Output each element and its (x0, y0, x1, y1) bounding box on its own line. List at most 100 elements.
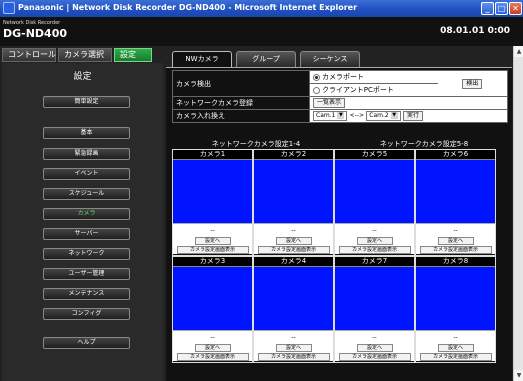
window-title: Panasonic | Network Disk Recorder DG-ND4… (18, 3, 358, 12)
camera-name-value: -- (173, 330, 252, 343)
camera-row: カメラ1 -- 設定へ カメラ設定画面表示 カメラ2 -- 設定へ カメラ設定画面表示 カメラ5… (172, 149, 508, 256)
detect-button-cell: 検出 (437, 70, 508, 97)
window-title-bar: Panasonic | Network Disk Recorder DG-ND4… (0, 0, 523, 17)
camera-cell: カメラ2 -- 設定へ カメラ設定画面表示 (253, 149, 334, 256)
go-to-settings-button[interactable]: 設定へ (437, 237, 474, 245)
camera-cell: カメラ4 -- 設定へ カメラ設定画面表示 (253, 256, 334, 363)
camera-label: カメラ6 (416, 150, 495, 159)
show-camera-settings-button[interactable]: カメラ設定画面表示 (257, 353, 330, 361)
maximize-button[interactable]: □ (495, 2, 508, 15)
show-camera-settings-button[interactable]: カメラ設定画面表示 (419, 246, 492, 254)
mode-button-bar: コントロール カメラ選択 設定 (2, 48, 152, 62)
sidebar-item-maintenance[interactable]: メンテナンス (43, 288, 130, 300)
camera-preview-panel (254, 266, 333, 330)
settings-sidebar: 設定 簡単設定 基本 緊急録画 イベント スケジュール カメラ サーバー ネット… (2, 63, 163, 381)
client-pc-port-option[interactable]: クライアントPCポート (309, 83, 438, 97)
camera-select-button[interactable]: カメラ選択 (58, 48, 112, 62)
go-to-settings-button[interactable]: 設定へ (356, 344, 393, 352)
show-camera-settings-button[interactable]: カメラ設定画面表示 (419, 353, 492, 361)
go-to-settings-button[interactable]: 設定へ (356, 237, 393, 245)
tab-group[interactable]: グループ (236, 51, 296, 67)
camera-port-label: カメラポート (322, 73, 364, 81)
vertical-scrollbar[interactable]: ▲ ▼ (513, 46, 523, 381)
camera-detect-label: カメラ検出 (172, 70, 310, 97)
go-to-settings-button[interactable]: 設定へ (275, 237, 312, 245)
network-camera-register-label: ネットワークカメラ登録 (172, 96, 310, 110)
client-pc-port-label: クライアントPCポート (322, 86, 394, 94)
camera-label: カメラ5 (335, 150, 414, 159)
camera-preview-panel (173, 266, 252, 330)
show-camera-settings-button[interactable]: カメラ設定画面表示 (338, 246, 411, 254)
camera-name-value: -- (416, 330, 495, 343)
sidebar-item-schedule[interactable]: スケジュール (43, 188, 130, 200)
camera-port-option[interactable]: カメラポート (309, 70, 438, 84)
camera-cell: カメラ3 -- 設定へ カメラ設定画面表示 (172, 256, 253, 363)
detect-button[interactable]: 検出 (462, 78, 483, 89)
sidebar-item-help[interactable]: ヘルプ (43, 337, 130, 349)
camera-cell-buttons: 設定へ カメラ設定画面表示 (173, 236, 252, 254)
nw-camera-pane: カメラ検出 カメラポート 検出 クライアントPCポート ネットワークカメラ登録 (166, 67, 512, 381)
camera-cell-buttons: 設定へ カメラ設定画面表示 (335, 236, 414, 254)
camera-name-value: -- (416, 223, 495, 236)
show-camera-settings-button[interactable]: カメラ設定画面表示 (257, 246, 330, 254)
sidebar-item-easy-setup[interactable]: 簡単設定 (43, 96, 130, 108)
sidebar-title: 設定 (73, 72, 92, 82)
grid-header-5-8: ネットワークカメラ設定5-8 (340, 139, 508, 149)
grid-header-1-4: ネットワークカメラ設定1-4 (172, 139, 340, 149)
swap-arrow-label: <--> (349, 112, 365, 119)
camera-name-value: -- (335, 330, 414, 343)
camera-label: カメラ8 (416, 257, 495, 266)
go-to-settings-button[interactable]: 設定へ (194, 237, 231, 245)
camera-preview-panel (416, 159, 495, 223)
minimize-button[interactable]: _ (481, 2, 494, 15)
camera-settings-grid: ネットワークカメラ設定1-4 ネットワークカメラ設定5-8 カメラ1 -- 設定へカ… (172, 139, 508, 363)
go-to-settings-button[interactable]: 設定へ (437, 344, 474, 352)
camera-cell-buttons: 設定へ カメラ設定画面表示 (254, 343, 333, 361)
camera-swap-label: カメラ入れ換え (172, 109, 310, 123)
go-to-settings-button[interactable]: 設定へ (275, 344, 312, 352)
show-camera-settings-button[interactable]: カメラ設定画面表示 (338, 353, 411, 361)
tab-nw-camera[interactable]: NWカメラ (172, 51, 232, 67)
camera-label: カメラ1 (173, 150, 252, 159)
show-camera-settings-button[interactable]: カメラ設定画面表示 (176, 353, 249, 361)
sidebar-item-camera[interactable]: カメラ (43, 208, 130, 220)
browser-window: Panasonic | Network Disk Recorder DG-ND4… (0, 0, 523, 381)
close-button[interactable]: ✕ (509, 2, 522, 15)
camera-cell: カメラ5 -- 設定へ カメラ設定画面表示 (334, 149, 415, 256)
sidebar-item-server[interactable]: サーバー (43, 228, 130, 240)
camera-cell-buttons: 設定へ カメラ設定画面表示 (173, 343, 252, 361)
camera-preview-panel (335, 266, 414, 330)
sidebar-item-config[interactable]: コンフィグ (43, 308, 130, 320)
sidebar-item-network[interactable]: ネットワーク (43, 248, 130, 260)
camera-name-value: -- (254, 223, 333, 236)
camera-cell: カメラ8 -- 設定へ カメラ設定画面表示 (415, 256, 496, 363)
sidebar-item-emergency-recording[interactable]: 緊急録画 (43, 148, 130, 160)
camera-row: カメラ3 -- 設定へ カメラ設定画面表示 カメラ4 -- 設定へ カメラ設定画面表示 カメラ7… (172, 256, 508, 363)
sidebar-item-user-management[interactable]: ユーザー管理 (43, 268, 130, 280)
radio-checked-icon[interactable] (313, 73, 320, 81)
camera-preview-panel (416, 266, 495, 330)
camera-form: カメラ検出 カメラポート 検出 クライアントPCポート ネットワークカメラ登録 (172, 70, 508, 123)
execute-button[interactable]: 実行 (402, 111, 423, 121)
radio-unchecked-icon[interactable] (313, 86, 320, 94)
sidebar-item-event[interactable]: イベント (43, 168, 130, 180)
settings-content: NWカメラ グループ シーケンス カメラ検出 カメラポート 検出 クライアントP… (166, 46, 512, 381)
list-display-button[interactable]: 一覧表示 (313, 98, 346, 108)
go-to-settings-button[interactable]: 設定へ (194, 344, 231, 352)
product-subtitle: Network Disk Recorder (3, 20, 61, 26)
camera-name-value: -- (254, 330, 333, 343)
settings-mode-button[interactable]: 設定 (114, 48, 152, 62)
swap-to-select[interactable]: Cam.2 ▼ (366, 111, 401, 121)
camera-name-value: -- (335, 223, 414, 236)
scroll-down-icon[interactable]: ▼ (514, 370, 523, 381)
grid-header: ネットワークカメラ設定1-4 ネットワークカメラ設定5-8 (172, 139, 508, 149)
sidebar-item-basic[interactable]: 基本 (43, 127, 130, 139)
camera-cell: カメラ7 -- 設定へ カメラ設定画面表示 (334, 256, 415, 363)
swap-from-select[interactable]: Cam.1 ▼ (313, 111, 348, 121)
scroll-up-icon[interactable]: ▲ (514, 46, 523, 57)
product-name: DG-ND400 (3, 27, 68, 40)
control-button[interactable]: コントロール (2, 48, 56, 62)
show-camera-settings-button[interactable]: カメラ設定画面表示 (176, 246, 249, 254)
tab-sequence[interactable]: シーケンス (300, 51, 360, 67)
camera-cell: カメラ6 -- 設定へ カメラ設定画面表示 (415, 149, 496, 256)
